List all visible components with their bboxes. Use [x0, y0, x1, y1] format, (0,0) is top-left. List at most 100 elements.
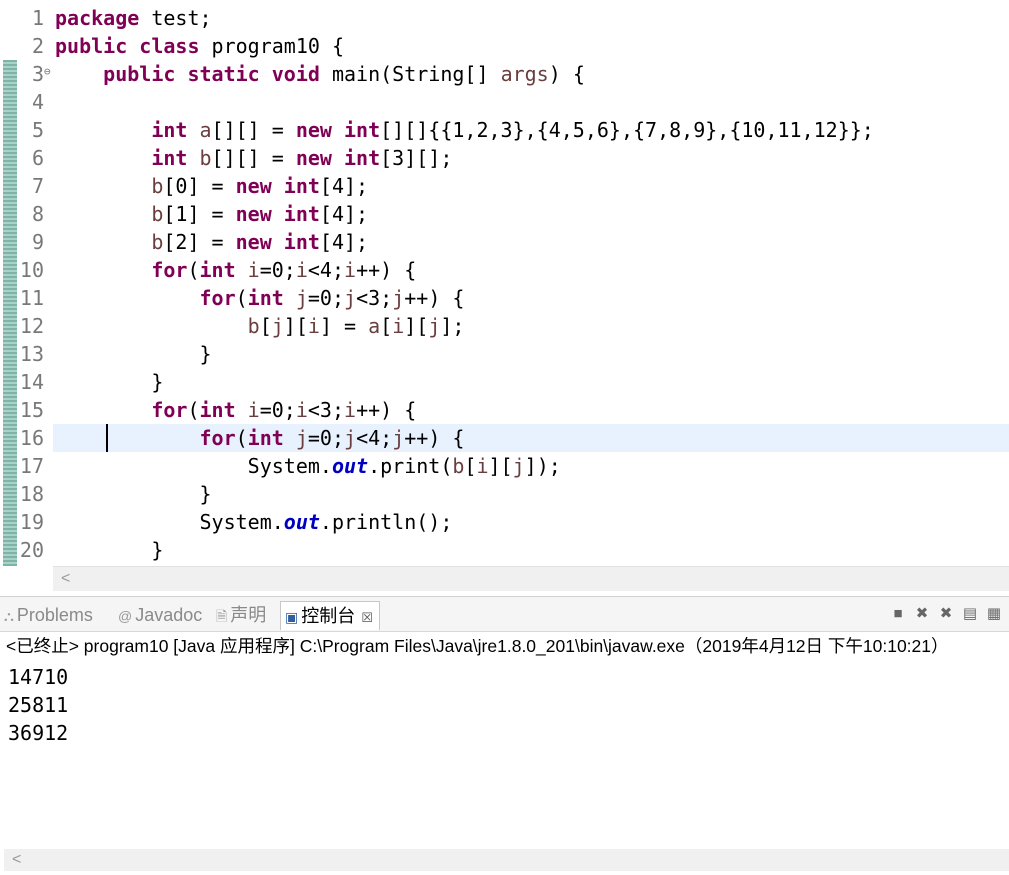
code-token: [	[464, 454, 477, 478]
code-line[interactable]: 12 b[j][i] = a[i][j];	[0, 312, 1009, 340]
code-token: [][] =	[211, 118, 296, 142]
variable-token: a	[368, 314, 381, 338]
code-line[interactable]: 14 }	[0, 368, 1009, 396]
code-text: for(int i=0;i<3;i++) {	[55, 396, 416, 424]
line-number: 11	[19, 286, 44, 310]
code-token: ++) {	[404, 286, 465, 310]
remove-launch-icon[interactable]: ✖	[911, 603, 933, 625]
code-line[interactable]: 18 }	[0, 480, 1009, 508]
remove-all-terminated-icon[interactable]: ✖	[935, 603, 957, 625]
scroll-left-icon[interactable]: <	[12, 850, 21, 870]
code-line[interactable]: 3 ⊖ public static void main(String[] args…	[0, 60, 1009, 88]
line-number: 20	[19, 538, 44, 562]
keyword-token: int	[151, 118, 188, 142]
scroll-left-icon[interactable]: <	[61, 569, 70, 589]
variable-token: j	[392, 286, 405, 310]
code-token: [0] =	[163, 174, 236, 198]
keyword-token: int	[199, 398, 236, 422]
fold-collapse-icon[interactable]: ⊖	[44, 60, 54, 84]
current-code-line[interactable]: 16 for(int j=0;j<4;j++) {	[20, 424, 1009, 452]
code-token: (	[235, 286, 248, 310]
code-line[interactable]: 4	[0, 88, 1009, 116]
keyword-token: class	[139, 34, 200, 58]
code-line[interactable]: 9 b[2] = new int[4];	[0, 228, 1009, 256]
tab-javadoc[interactable]: @ Javadoc	[118, 603, 202, 627]
code-token: ++) {	[356, 398, 417, 422]
variable-token: j	[392, 426, 405, 450]
tab-console[interactable]: ▣ 控制台 ☒	[280, 601, 380, 630]
console-output-line: 14710	[8, 665, 69, 689]
close-tab-icon[interactable]: ☒	[361, 610, 373, 625]
code-token: ][	[283, 314, 308, 338]
code-line[interactable]: 20 }	[0, 536, 1009, 564]
code-line[interactable]: 7 b[0] = new int[4];	[0, 172, 1009, 200]
keyword-token: new	[295, 146, 332, 170]
clear-console-icon[interactable]: ▤	[959, 603, 981, 625]
console-panel: ■ ✖ ✖ ▤ ▦ ⛬ Problems @ Javadoc 🗎 声明 ▣ 控制台 ☒ <已终止> pr…	[0, 596, 1009, 875]
tab-problems[interactable]: ⛬ Problems	[4, 603, 93, 627]
code-line[interactable]: 8 b[1] = new int[4];	[0, 200, 1009, 228]
console-output-line: 36912	[8, 721, 69, 745]
line-number: 2	[31, 34, 44, 58]
code-line[interactable]: 1 package test;	[0, 4, 1009, 32]
keyword-token: new	[235, 174, 272, 198]
line-number: 16	[19, 426, 44, 450]
code-line[interactable]: 13 }	[0, 340, 1009, 368]
line-number: 5	[31, 118, 44, 142]
console-output-line: 25811	[8, 693, 69, 717]
variable-token: i	[295, 258, 308, 282]
keyword-token: for	[199, 286, 236, 310]
variable-token: b	[452, 454, 465, 478]
code-text: public class program10 {	[55, 32, 344, 60]
keyword-token: public	[103, 62, 176, 86]
variable-token: b	[247, 314, 260, 338]
line-number: 1	[31, 6, 44, 30]
line-number: 7	[31, 174, 44, 198]
code-line[interactable]: 2 public class program10 {	[0, 32, 1009, 60]
editor-horizontal-scrollbar[interactable]: <	[53, 566, 1009, 591]
code-token: ] =	[319, 314, 369, 338]
terminate-icon[interactable]: ■	[887, 603, 909, 625]
panel-tab-bar: ■ ✖ ✖ ▤ ▦ ⛬ Problems @ Javadoc 🗎 声明 ▣ 控制台 ☒	[0, 597, 1009, 632]
code-line[interactable]: 17 System.out.print(b[i][j]);	[0, 452, 1009, 480]
keyword-token: public	[55, 34, 128, 58]
line-number: 10	[19, 258, 44, 282]
scroll-lock-icon[interactable]: ▦	[983, 603, 1005, 625]
variable-token: i	[392, 314, 405, 338]
code-lines[interactable]: 1 package test; 2 public class program10 {3…	[0, 4, 1009, 564]
console-output[interactable]: 14710 25811 36912	[8, 663, 68, 747]
keyword-token: int	[283, 230, 320, 254]
code-text: for(int j=0;j<4;j++) {	[55, 424, 465, 452]
keyword-token: package	[55, 6, 140, 30]
tab-label: Problems	[16, 605, 93, 625]
code-line[interactable]: 15 for(int i=0;i<3;i++) {	[0, 396, 1009, 424]
code-token: =0;	[307, 286, 345, 310]
code-token: }	[55, 538, 164, 562]
console-horizontal-scrollbar[interactable]: <	[4, 849, 1009, 871]
code-line[interactable]: 19 System.out.println();	[0, 508, 1009, 536]
code-token: [][]{{1,2,3},{4,5,6},{7,8,9},{10,11,12}}…	[380, 118, 874, 142]
code-token: [4];	[319, 230, 369, 254]
code-text: for(int i=0;i<4;i++) {	[55, 256, 416, 284]
keyword-token: for	[151, 258, 188, 282]
code-token: main(String[]	[319, 62, 501, 86]
tab-label: 声明	[230, 605, 267, 625]
line-number: 12	[19, 314, 44, 338]
code-line[interactable]: 10 for(int i=0;i<4;i++) {	[0, 256, 1009, 284]
code-token: test;	[139, 6, 212, 30]
code-editor[interactable]: 1 package test; 2 public class program10 {3…	[0, 0, 1009, 592]
code-line[interactable]: 11 for(int j=0;j<3;j++) {	[0, 284, 1009, 312]
code-line[interactable]: 5 int a[][] = new int[][]{{1,2,3},{4,5,6…	[0, 116, 1009, 144]
tab-declaration[interactable]: 🗎 声明	[216, 603, 266, 627]
code-line[interactable]: 6 int b[][] = new int[3][];	[0, 144, 1009, 172]
